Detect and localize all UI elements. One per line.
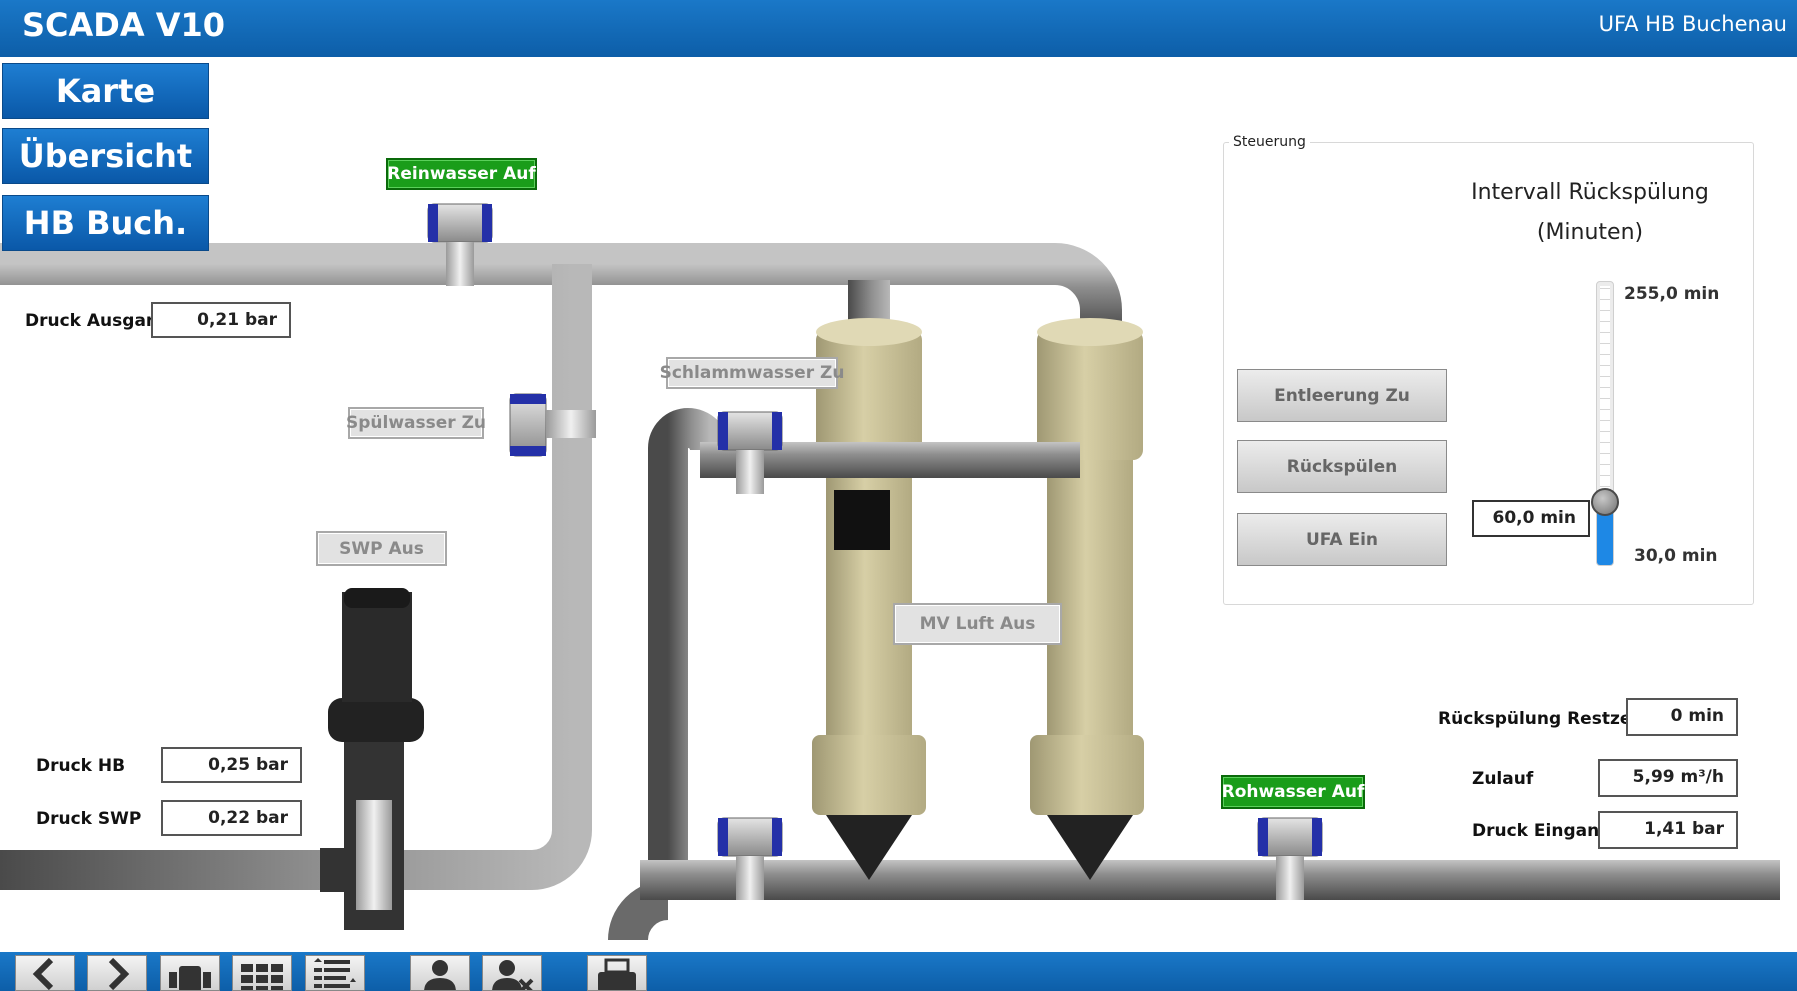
restzeit-value: 0 min <box>1626 698 1738 736</box>
zulauf-label: Zulauf <box>1472 769 1534 789</box>
swp-pump-button[interactable]: SWP Aus <box>316 531 447 566</box>
interval-value-field[interactable]: 60,0 min <box>1472 500 1590 537</box>
steuerung-legend: Steuerung <box>1229 134 1310 150</box>
nav-hb-buch-button[interactable]: HB Buch. <box>2 195 209 251</box>
interval-slider-track[interactable] <box>1596 281 1614 566</box>
prev-button[interactable] <box>15 955 75 991</box>
logout-user-button[interactable] <box>482 955 542 991</box>
restzeit-label: Rückspülung Restzeit <box>1438 709 1646 729</box>
reinwasser-valve-button[interactable]: Reinwasser Auf <box>386 158 537 190</box>
entleerung-button[interactable]: Entleerung Zu <box>1237 369 1447 422</box>
schlammwasser-valve-button[interactable]: Schlammwasser Zu <box>660 357 844 389</box>
next-button[interactable] <box>87 955 147 991</box>
filter-vessel-2 <box>1030 318 1144 880</box>
druck-eingang-label: Druck Eingang <box>1472 821 1612 841</box>
nav-karte-button[interactable]: Karte <box>2 63 209 119</box>
spuelwasser-valve-button[interactable]: Spülwasser Zu <box>346 407 486 439</box>
druck-hb-label: Druck HB <box>36 756 126 776</box>
title-bar: SCADA V10 UFA HB Buchenau <box>0 0 1797 57</box>
ufa-ein-button[interactable]: UFA Ein <box>1237 513 1447 566</box>
rueckspuelen-button[interactable]: Rückspülen <box>1237 440 1447 493</box>
druck-hb-value: 0,25 bar <box>161 747 302 783</box>
druck-eingang-value: 1,41 bar <box>1598 811 1738 849</box>
pump-icon <box>169 966 211 990</box>
druck-ausgang-value: 0,21 bar <box>151 302 291 338</box>
pump-view-button[interactable] <box>160 955 220 991</box>
druck-swp-label: Druck SWP <box>36 809 142 829</box>
grid-view-button[interactable] <box>232 955 292 991</box>
user-button[interactable] <box>410 955 470 991</box>
rohwasser-valve-button[interactable]: Rohwasser Auf <box>1221 775 1365 809</box>
interval-subtitle: (Minuten) <box>1536 220 1644 245</box>
next-icon <box>108 957 130 990</box>
grid-icon <box>241 964 283 990</box>
list-icon <box>314 958 356 988</box>
list-view-button[interactable] <box>305 955 365 991</box>
user-icon <box>424 960 456 990</box>
print-button[interactable] <box>587 955 647 991</box>
slider-max-label: 255,0 min <box>1624 284 1720 304</box>
user-remove-icon <box>492 960 534 990</box>
interval-title: Intervall Rückspülung <box>1471 180 1709 205</box>
mv-luft-button[interactable]: MV Luft Aus <box>893 603 1062 645</box>
druck-swp-value: 0,22 bar <box>161 800 302 836</box>
prev-icon <box>32 957 54 990</box>
filter-vessel-1 <box>812 318 926 880</box>
slider-min-label: 30,0 min <box>1634 546 1718 566</box>
print-icon <box>598 958 636 990</box>
zulauf-value: 5,99 m³/h <box>1598 759 1738 797</box>
druck-ausgang-label: Druck Ausgang <box>25 311 171 331</box>
slider-thumb[interactable] <box>1591 488 1619 516</box>
site-name: UFA HB Buchenau <box>1598 12 1787 36</box>
nav-uebersicht-button[interactable]: Übersicht <box>2 128 209 184</box>
app-title: SCADA V10 <box>22 6 226 44</box>
